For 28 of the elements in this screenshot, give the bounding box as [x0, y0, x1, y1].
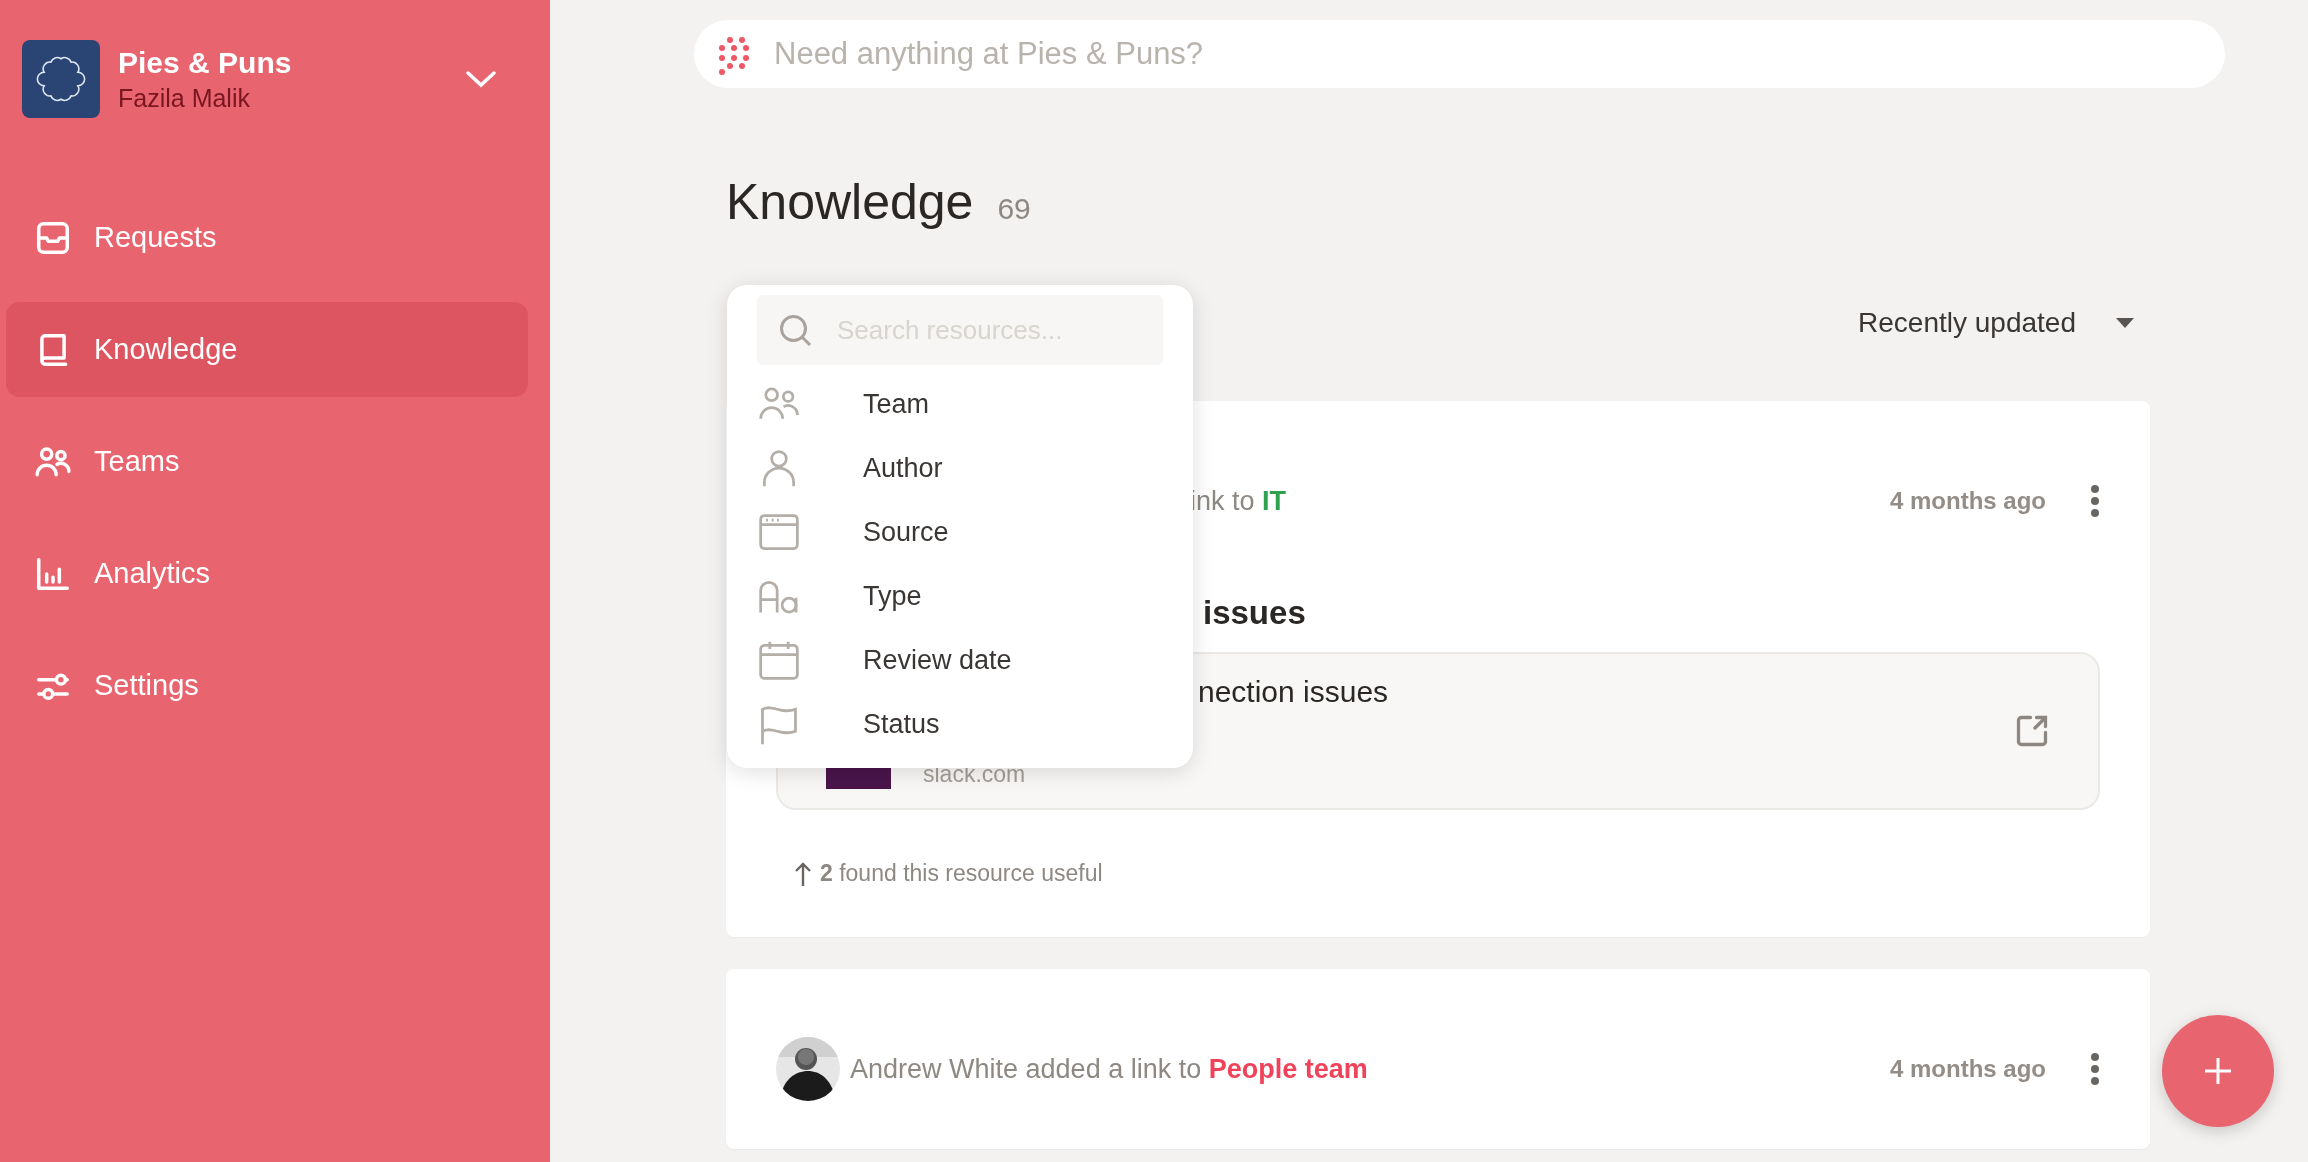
menu-item[interactable]: Source [757, 500, 1163, 564]
timestamp: 4 months ago [1890, 487, 2046, 515]
more-icon[interactable] [2090, 484, 2100, 518]
external-link-icon[interactable] [2014, 713, 2050, 749]
resource-title: issues [1203, 594, 1307, 632]
useful-count-text: 2 found this resource useful [820, 860, 1103, 887]
team-link[interactable]: People team [1208, 1053, 1368, 1084]
nav-item[interactable]: Knowledge [6, 302, 528, 397]
sort-dropdown[interactable]: Recently updated [1858, 307, 2134, 339]
arrow-up-icon [794, 860, 812, 887]
menu-item[interactable]: Team [757, 372, 1163, 436]
link-domain: slack.com [923, 760, 1027, 788]
caret-icon [2116, 318, 2134, 328]
ask-field[interactable]: Need anything at Pies & Puns? [694, 20, 2225, 88]
workspace-name: Pies & Puns [118, 45, 293, 80]
menu-item[interactable]: Author [757, 436, 1163, 500]
user-name: Fazila Malik [118, 83, 251, 113]
add-button[interactable] [2162, 1015, 2274, 1127]
timestamp: 4 months ago [1890, 1055, 2046, 1083]
more-icon[interactable] [2090, 1052, 2100, 1086]
link-title: nection issues [1198, 674, 1390, 709]
item-count: 69 [997, 192, 1031, 226]
plus-icon [2203, 1056, 2233, 1086]
menu-item[interactable]: Type [757, 564, 1163, 628]
search-icon [777, 312, 813, 348]
chevron-down-icon[interactable] [464, 69, 498, 89]
page-title: Knowledge [726, 173, 974, 231]
activity-text: Andrew White added a link to People team [850, 1053, 1368, 1085]
